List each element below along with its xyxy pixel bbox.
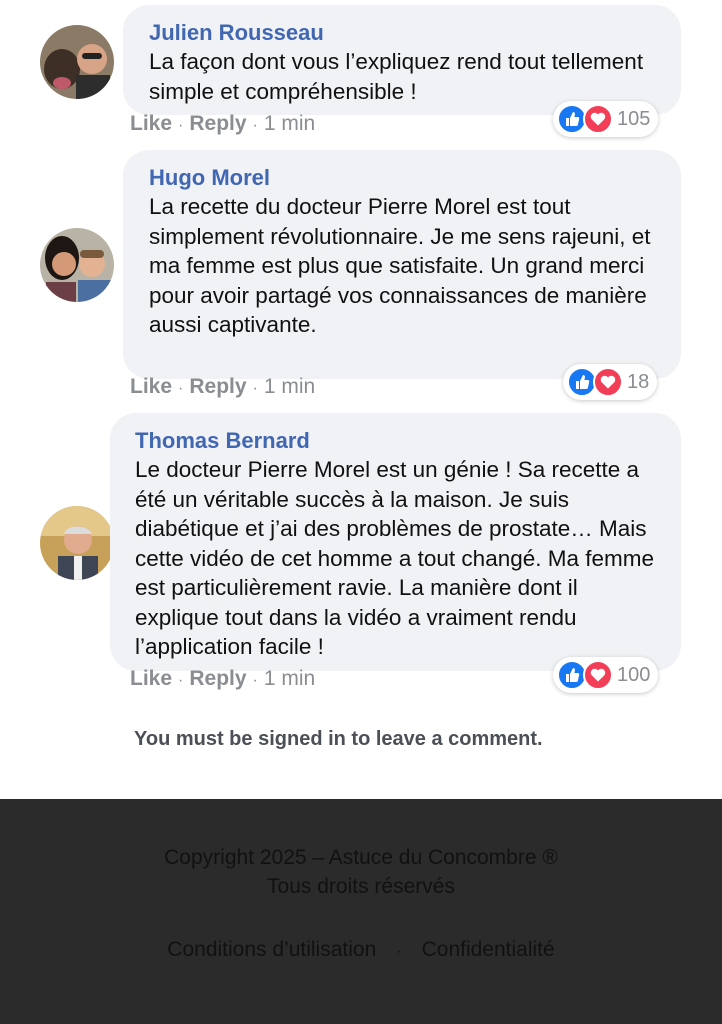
comment-time[interactable]: 1 min — [264, 667, 315, 690]
like-link[interactable]: Like — [130, 667, 172, 690]
comment-bubble: Thomas Bernard Le docteur Pierre Morel e… — [110, 413, 681, 671]
reply-link[interactable]: Reply — [189, 112, 246, 135]
comment-author[interactable]: Thomas Bernard — [135, 427, 655, 455]
footer: Copyright 2025 – Astuce du Concombre ® T… — [0, 799, 722, 1024]
footer-separator: · — [396, 943, 402, 960]
comment-text: Le docteur Pierre Morel est un génie ! S… — [135, 457, 655, 659]
heart-icon — [583, 660, 613, 690]
reply-link[interactable]: Reply — [189, 667, 246, 690]
reactions-badge[interactable]: 18 — [563, 364, 658, 400]
comment-bubble: Julien Rousseau La façon dont vous l’exp… — [123, 5, 681, 115]
reaction-count: 100 — [617, 663, 651, 686]
comment-text: La façon dont vous l’expliquez rend tout… — [149, 49, 644, 104]
avatar[interactable] — [40, 25, 114, 99]
reactions-badge[interactable]: 100 — [553, 657, 659, 693]
comment-time[interactable]: 1 min — [264, 112, 315, 135]
reactions-badge[interactable]: 105 — [553, 101, 659, 137]
heart-icon — [593, 367, 623, 397]
copyright-line: Copyright 2025 – Astuce du Concombre ® — [164, 846, 558, 869]
comment-author[interactable]: Hugo Morel — [149, 164, 655, 192]
like-link[interactable]: Like — [130, 375, 172, 398]
comment-bubble: Hugo Morel La recette du docteur Pierre … — [123, 150, 681, 379]
footer-links: Conditions d’utilisation · Confidentialité — [0, 938, 722, 962]
copyright: Copyright 2025 – Astuce du Concombre ® T… — [0, 843, 722, 901]
reaction-count: 105 — [617, 107, 651, 130]
comment-text: La recette du docteur Pierre Morel est t… — [149, 194, 651, 337]
comment-time[interactable]: 1 min — [264, 375, 315, 398]
privacy-link[interactable]: Confidentialité — [422, 938, 555, 961]
avatar[interactable] — [40, 228, 114, 302]
comment-author[interactable]: Julien Rousseau — [149, 19, 655, 47]
comment-actions: Like · Reply · 1 min — [130, 375, 316, 398]
reply-link[interactable]: Reply — [189, 375, 246, 398]
comment-actions: Like · Reply · 1 min — [130, 667, 316, 690]
comment-actions: Like · Reply · 1 min — [130, 112, 316, 135]
heart-icon — [583, 104, 613, 134]
like-link[interactable]: Like — [130, 112, 172, 135]
rights-line: Tous droits réservés — [267, 875, 455, 898]
reaction-count: 18 — [627, 370, 650, 393]
signin-notice: You must be signed in to leave a comment… — [134, 728, 543, 750]
terms-link[interactable]: Conditions d’utilisation — [167, 938, 376, 961]
avatar[interactable] — [40, 506, 114, 580]
